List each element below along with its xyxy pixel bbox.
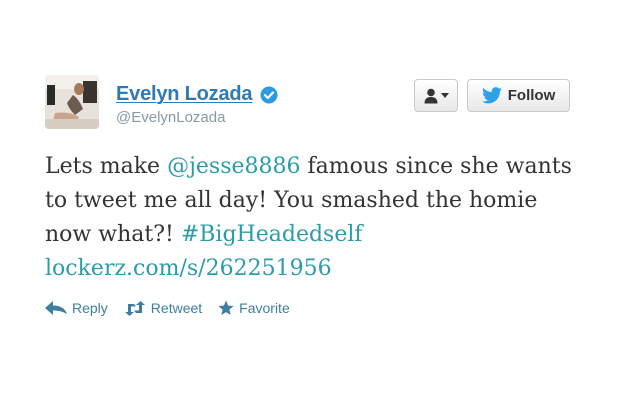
chevron-down-icon [440,93,449,98]
reply-arrow-icon [45,301,67,315]
retweet-icon [124,300,145,316]
verified-badge-icon [260,86,278,103]
mention-link[interactable]: @jesse8886 [167,154,300,179]
person-icon [424,88,437,103]
hashtag-link[interactable]: #BigHeadedself [181,222,363,247]
follow-button-label: Follow [507,87,556,104]
avatar-photo [45,75,99,129]
star-icon [218,300,234,315]
twitter-bird-icon [481,87,502,104]
favorite-button[interactable]: Favorite [218,300,290,316]
tweet-card: Evelyn Lozada @EvelynLozada Follow Lets … [0,0,620,400]
name-row: Evelyn Lozada [116,83,278,106]
user-handle[interactable]: @EvelynLozada [116,109,225,126]
retweet-button[interactable]: Retweet [124,300,202,316]
url-link[interactable]: lockerz.com/s/262251956 [45,256,332,281]
reply-button[interactable]: Reply [45,300,108,316]
user-actions-button[interactable] [414,79,458,112]
retweet-label: Retweet [150,300,203,316]
tweet-actions: Reply Retweet Favorite [45,300,306,316]
favorite-label: Favorite [239,300,290,316]
tweet-text: Lets make @jesse8886 famous since she wa… [45,150,585,286]
tweet-text-part: Lets make [45,154,168,179]
follow-button[interactable]: Follow [467,79,570,112]
reply-label: Reply [72,300,108,316]
display-name[interactable]: Evelyn Lozada [116,83,253,106]
avatar[interactable] [45,75,99,129]
